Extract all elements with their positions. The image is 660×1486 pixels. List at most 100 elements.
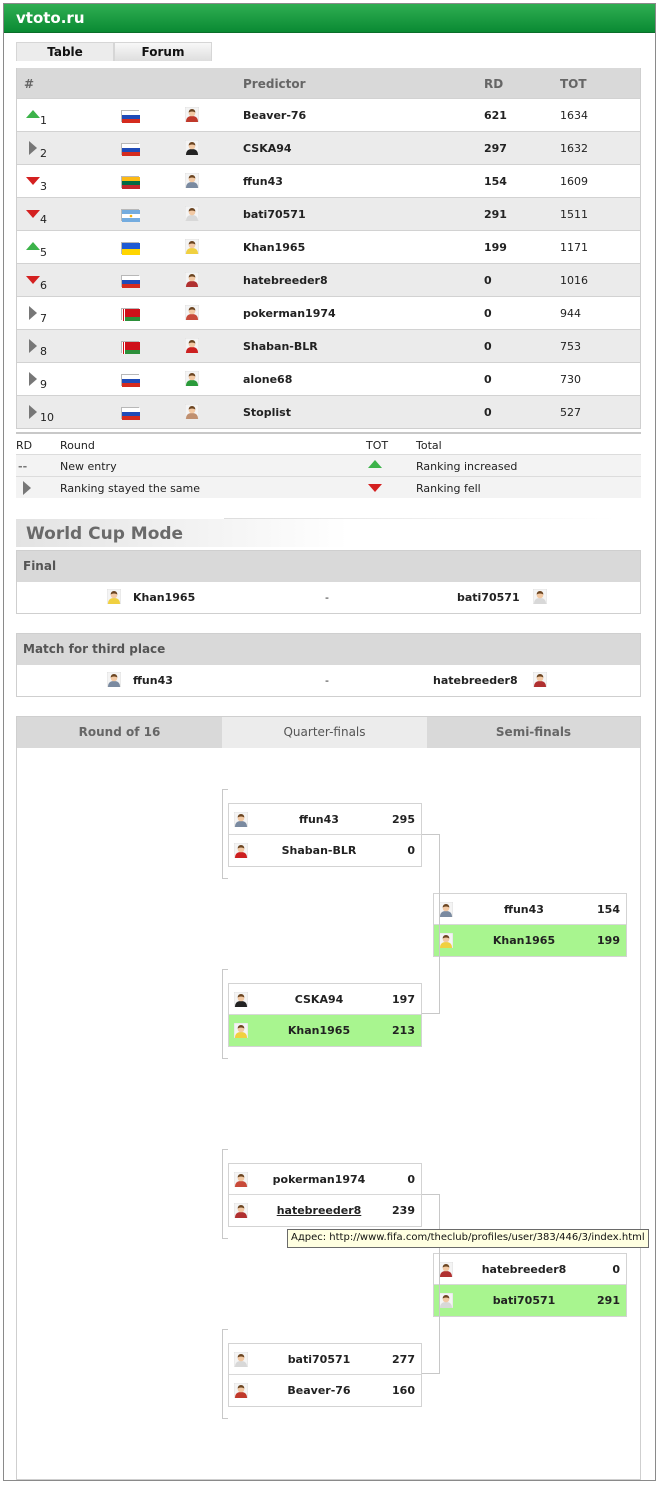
final-home[interactable]: Khan1965 bbox=[133, 591, 195, 604]
table-row: 5 Khan1965 199 1171 bbox=[17, 230, 640, 263]
tot-value: 730 bbox=[560, 373, 581, 386]
player-score: 160 bbox=[392, 1384, 415, 1397]
table-row: 4 bati70571 291 1511 bbox=[17, 197, 640, 230]
player-name[interactable]: CSKA94 bbox=[229, 993, 409, 1006]
rd-value: 0 bbox=[484, 274, 492, 287]
rank-number: 5 bbox=[40, 246, 47, 259]
table-row: 3 ffun43 154 1609 bbox=[17, 164, 640, 197]
bracket-player[interactable]: hatebreeder8 239 bbox=[229, 1195, 421, 1226]
player-name[interactable]: bati70571 bbox=[434, 1294, 614, 1307]
table-row: 7 pokerman1974 0 944 bbox=[17, 296, 640, 329]
player-name[interactable]: ffun43 bbox=[434, 903, 614, 916]
rank-number: 4 bbox=[40, 213, 47, 226]
table-header: # Predictor RD TOT bbox=[17, 68, 640, 98]
bracket-player[interactable]: hatebreeder8 0 bbox=[434, 1254, 626, 1285]
avatar-icon bbox=[184, 205, 200, 224]
player-name[interactable]: pokerman1974 bbox=[229, 1173, 409, 1186]
player-score: 154 bbox=[597, 903, 620, 916]
rank-number: 3 bbox=[40, 180, 47, 193]
tab-table[interactable]: Table bbox=[16, 42, 114, 61]
tab-forum[interactable]: Forum bbox=[114, 42, 212, 61]
flag-icon bbox=[121, 275, 140, 288]
rd-value: 199 bbox=[484, 241, 507, 254]
legend-same: Ranking stayed the same bbox=[60, 482, 201, 495]
site-title: vtoto.ru bbox=[16, 9, 85, 27]
third-away[interactable]: hatebreeder8 bbox=[433, 674, 518, 687]
avatar-icon bbox=[184, 238, 200, 257]
third-place-match: Match for third place ffun43 - hatebreed… bbox=[16, 633, 641, 697]
rank-number: 6 bbox=[40, 279, 47, 292]
player-score: 291 bbox=[597, 1294, 620, 1307]
arrow-down-icon bbox=[26, 174, 40, 188]
predictor-name[interactable]: Stoplist bbox=[243, 406, 291, 419]
final-heading: Final bbox=[17, 551, 640, 582]
tab-semi-finals[interactable]: Semi-finals bbox=[427, 717, 640, 748]
table-row: 9 alone68 0 730 bbox=[17, 362, 640, 395]
arrow-right-icon bbox=[26, 141, 40, 155]
tab-quarter-finals[interactable]: Quarter-finals bbox=[222, 717, 427, 748]
bracket-match: pokerman1974 0 hatebreeder8 239 bbox=[228, 1163, 422, 1227]
predictor-name[interactable]: alone68 bbox=[243, 373, 292, 386]
flag-icon bbox=[121, 143, 140, 156]
final-away[interactable]: bati70571 bbox=[457, 591, 520, 604]
predictor-name[interactable]: Shaban-BLR bbox=[243, 340, 318, 353]
arrow-down-icon bbox=[26, 273, 40, 287]
player-name[interactable]: bati70571 bbox=[229, 1353, 409, 1366]
predictor-name[interactable]: Beaver-76 bbox=[243, 109, 306, 122]
player-score: 0 bbox=[407, 1173, 415, 1186]
third-home[interactable]: ffun43 bbox=[133, 674, 173, 687]
predictor-name[interactable]: pokerman1974 bbox=[243, 307, 336, 320]
player-score: 295 bbox=[392, 813, 415, 826]
rank-number: 9 bbox=[40, 378, 47, 391]
player-name[interactable]: hatebreeder8 bbox=[434, 1263, 614, 1276]
title-bar: vtoto.ru bbox=[4, 4, 655, 33]
player-name[interactable]: Khan1965 bbox=[229, 1024, 409, 1037]
rd-value: 291 bbox=[484, 208, 507, 221]
legend-row: RD Round TOT Total bbox=[16, 432, 641, 454]
tot-value: 1511 bbox=[560, 208, 588, 221]
tot-value: 1632 bbox=[560, 142, 588, 155]
bracket-match: CSKA94 197 Khan1965 213 bbox=[228, 983, 422, 1047]
avatar-icon bbox=[532, 671, 548, 688]
bracket-player[interactable]: Khan1965 199 bbox=[434, 925, 626, 956]
bracket-player[interactable]: Shaban-BLR 0 bbox=[229, 835, 421, 866]
tot-value: 1171 bbox=[560, 241, 588, 254]
arrow-up-icon bbox=[26, 108, 40, 122]
bracket-connector bbox=[422, 1194, 440, 1374]
predictor-name[interactable]: Khan1965 bbox=[243, 241, 305, 254]
player-name[interactable]: ffun43 bbox=[229, 813, 409, 826]
predictor-name[interactable]: hatebreeder8 bbox=[243, 274, 328, 287]
ranking-table: # Predictor RD TOT 1 Beaver-76 621 1634 2 CSK… bbox=[16, 68, 641, 429]
player-name[interactable]: hatebreeder8 bbox=[229, 1204, 409, 1217]
avatar-icon bbox=[184, 106, 200, 125]
new-entry-icon: -- bbox=[18, 460, 28, 473]
flag-icon bbox=[121, 110, 140, 123]
bracket-player[interactable]: bati70571 277 bbox=[229, 1344, 421, 1375]
bracket-match: ffun43 295 Shaban-BLR 0 bbox=[228, 803, 422, 867]
player-score: 0 bbox=[407, 844, 415, 857]
bracket-player[interactable]: ffun43 154 bbox=[434, 894, 626, 925]
rd-value: 0 bbox=[484, 340, 492, 353]
legend-fell: Ranking fell bbox=[416, 482, 481, 495]
predictor-name[interactable]: ffun43 bbox=[243, 175, 283, 188]
arrow-down-icon bbox=[368, 483, 382, 496]
player-name[interactable]: Shaban-BLR bbox=[229, 844, 409, 857]
predictor-name[interactable]: CSKA94 bbox=[243, 142, 292, 155]
tab-round-of-16[interactable]: Round of 16 bbox=[17, 717, 222, 748]
player-score: 197 bbox=[392, 993, 415, 1006]
tot-value: 944 bbox=[560, 307, 581, 320]
page-frame: vtoto.ru Table Forum # Predictor RD TOT … bbox=[3, 3, 656, 1481]
bracket-player[interactable]: bati70571 291 bbox=[434, 1285, 626, 1316]
arrow-right-icon bbox=[22, 481, 32, 498]
bracket-player[interactable]: Khan1965 213 bbox=[229, 1015, 421, 1046]
bracket-player[interactable]: ffun43 295 bbox=[229, 804, 421, 835]
player-name[interactable]: Khan1965 bbox=[434, 934, 614, 947]
predictor-name[interactable]: bati70571 bbox=[243, 208, 306, 221]
bracket-player[interactable]: CSKA94 197 bbox=[229, 984, 421, 1015]
bracket-player[interactable]: pokerman1974 0 bbox=[229, 1164, 421, 1195]
bracket-player[interactable]: Beaver-76 160 bbox=[229, 1375, 421, 1406]
arrow-right-icon bbox=[26, 306, 40, 320]
player-name[interactable]: Beaver-76 bbox=[229, 1384, 409, 1397]
tot-value: 1016 bbox=[560, 274, 588, 287]
third-body: ffun43 - hatebreeder8 bbox=[17, 665, 640, 696]
